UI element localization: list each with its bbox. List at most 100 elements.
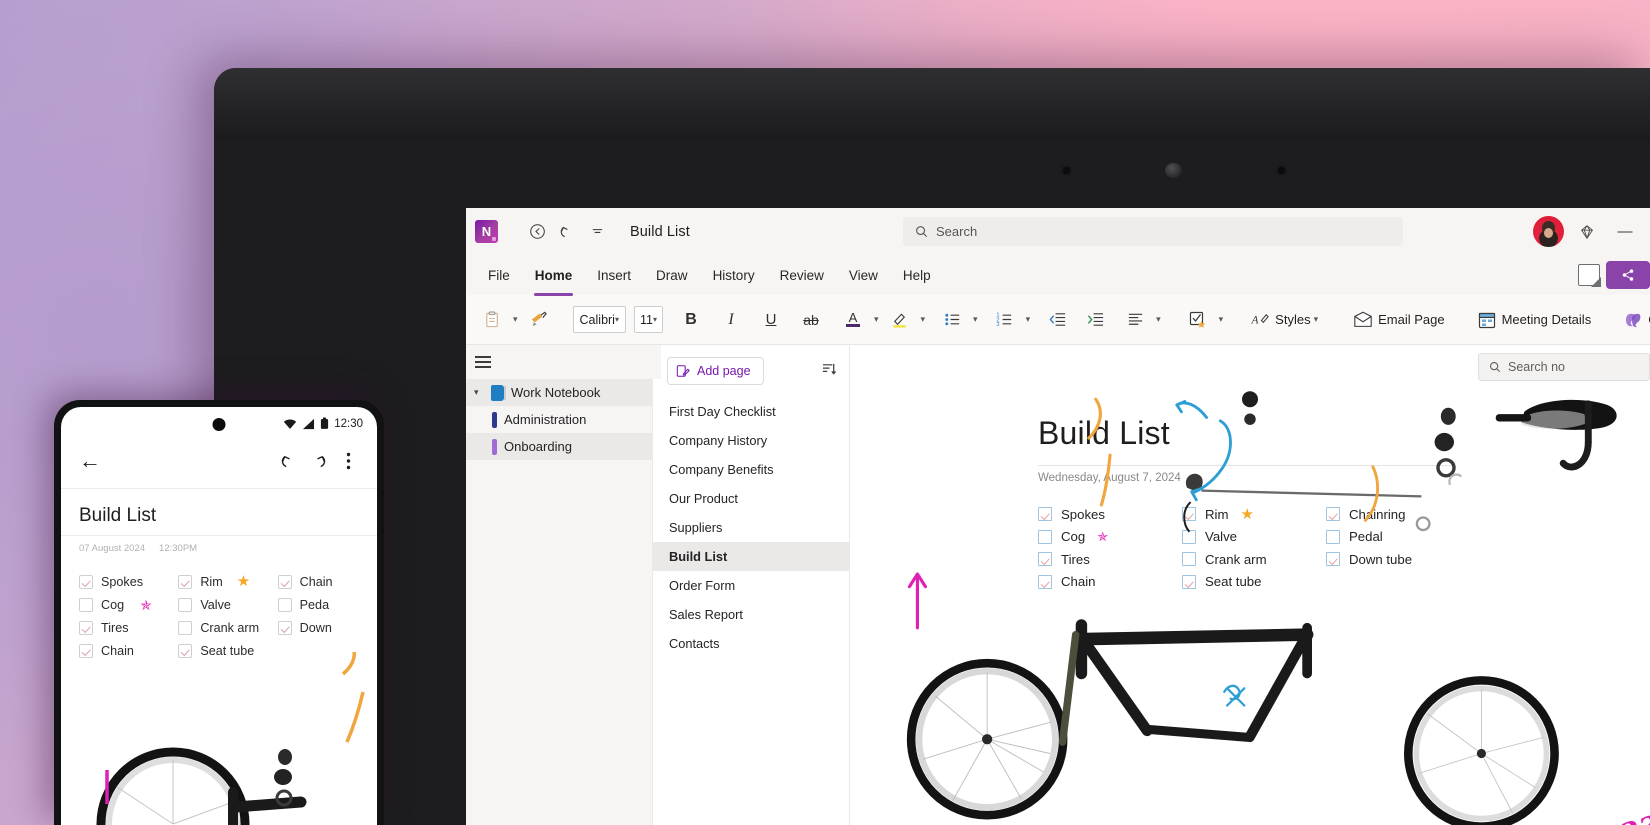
tab-help[interactable]: Help <box>891 262 943 289</box>
align-chevron-down-icon[interactable]: ▾ <box>1153 314 1164 325</box>
phone-checklist-item[interactable]: Cog ✯ <box>79 593 178 616</box>
checklist-item[interactable]: Spokes <box>1038 503 1182 526</box>
checkbox-valve[interactable] <box>1182 529 1196 544</box>
phone-checklist-item[interactable]: Crank arm <box>178 616 277 639</box>
hamburger-icon[interactable] <box>475 356 491 368</box>
phone-checklist-item[interactable]: Valve <box>178 593 277 616</box>
phone-checklist-item[interactable]: Rim ★ <box>178 570 277 593</box>
phone-checkbox-rim[interactable] <box>178 574 193 589</box>
page-item-company-history[interactable]: Company History <box>653 426 849 455</box>
tab-home[interactable]: Home <box>523 262 585 296</box>
bullet-list-icon[interactable] <box>936 305 968 335</box>
font-color-chevron-down-icon[interactable]: ▾ <box>871 314 882 325</box>
checklist-item[interactable]: Down tube <box>1326 548 1470 571</box>
phone-checklist-item[interactable]: Chain <box>277 570 377 593</box>
copilot-button[interactable]: Copilot <box>1616 304 1650 336</box>
paste-dropdown-chevron-down-icon[interactable]: ▾ <box>510 314 521 325</box>
page-item-suppliers[interactable]: Suppliers <box>653 513 849 542</box>
phone-checkbox-cog[interactable] <box>79 597 93 612</box>
checklist-item[interactable]: Rim ★ <box>1182 503 1326 526</box>
font-name-select[interactable]: Calibri ▾ <box>572 306 626 333</box>
checklist-item[interactable]: Tires <box>1038 548 1182 571</box>
notebook-search-input[interactable]: Search no <box>1478 353 1650 381</box>
font-size-select[interactable]: 11 ▾ <box>633 306 663 333</box>
checklist-item[interactable]: Valve <box>1182 526 1326 549</box>
phone-checkbox-pedal[interactable] <box>277 597 292 612</box>
redo-icon[interactable] <box>303 446 333 476</box>
checklist-item[interactable]: Pedal <box>1326 526 1470 549</box>
tab-history[interactable]: History <box>701 262 767 289</box>
sidebar-item-administration[interactable]: Administration <box>466 406 652 433</box>
search-input[interactable]: Search <box>903 217 1403 246</box>
undo-icon[interactable] <box>554 219 580 245</box>
page-item-order-form[interactable]: Order Form <box>653 571 849 600</box>
checklist-item[interactable]: Crank arm <box>1182 548 1326 571</box>
tab-review[interactable]: Review <box>768 262 836 289</box>
more-vertical-icon[interactable] <box>333 446 363 476</box>
sort-pages-icon[interactable] <box>822 362 837 381</box>
phone-checklist-item[interactable]: Peda <box>277 593 377 616</box>
phone-checkbox-valve[interactable] <box>178 597 193 612</box>
highlight-icon[interactable] <box>884 305 916 335</box>
styles-button[interactable]: A Styles ▾ <box>1244 304 1328 336</box>
page-title[interactable]: Build List <box>1038 415 1170 452</box>
styles-chevron-down-icon[interactable]: ▾ <box>1311 314 1322 325</box>
back-icon[interactable] <box>524 219 550 245</box>
checkbox-seat-tube[interactable] <box>1182 574 1196 589</box>
sidebar-item-onboarding[interactable]: Onboarding <box>466 433 652 460</box>
font-color-icon[interactable]: A <box>837 305 869 335</box>
share-button[interactable] <box>1606 261 1650 289</box>
tab-draw[interactable]: Draw <box>644 262 700 289</box>
checkbox-pedal[interactable] <box>1326 529 1340 544</box>
note-canvas[interactable]: Search no Build List Wednesday, August 7… <box>850 345 1650 825</box>
page-item-build-list[interactable]: Build List <box>653 542 849 571</box>
checkbox-down-tube[interactable] <box>1326 552 1340 567</box>
phone-checkbox-crank-arm[interactable] <box>178 620 193 635</box>
italic-button[interactable]: I <box>715 305 747 335</box>
paste-icon[interactable] <box>476 305 508 335</box>
sticky-notes-icon[interactable] <box>1578 264 1601 287</box>
strikethrough-button[interactable]: ab <box>795 305 827 335</box>
page-item-company-benefits[interactable]: Company Benefits <box>653 455 849 484</box>
checkbox-crank-arm[interactable] <box>1182 552 1196 567</box>
checklist-item[interactable]: Cog ✯ <box>1038 526 1182 549</box>
phone-checkbox-chainring[interactable] <box>277 574 292 589</box>
checklist-item[interactable]: Chain <box>1038 571 1182 594</box>
undo-icon[interactable] <box>273 446 303 476</box>
checkbox-rim[interactable] <box>1182 507 1196 522</box>
sidebar-item-work-notebook[interactable]: ▾ Work Notebook <box>466 379 652 406</box>
phone-checklist-item[interactable]: Tires <box>79 616 178 639</box>
phone-checklist-item[interactable]: Down <box>277 616 377 639</box>
checkbox-cog[interactable] <box>1038 529 1052 544</box>
tab-insert[interactable]: Insert <box>585 262 643 289</box>
phone-checkbox-tires[interactable] <box>79 620 93 635</box>
format-painter-icon[interactable] <box>523 305 555 335</box>
bullet-chevron-down-icon[interactable]: ▾ <box>970 314 981 325</box>
phone-checklist-item[interactable]: Spokes <box>79 570 178 593</box>
bold-button[interactable]: B <box>675 305 707 335</box>
tags-icon[interactable] <box>1182 305 1214 335</box>
back-arrow-icon[interactable]: ← <box>75 446 105 476</box>
increase-indent-icon[interactable] <box>1079 305 1111 335</box>
tags-chevron-down-icon[interactable]: ▾ <box>1216 314 1227 325</box>
minimize-button[interactable]: — <box>1610 223 1640 240</box>
underline-button[interactable]: U <box>755 305 787 335</box>
page-item-first-day-checklist[interactable]: First Day Checklist <box>653 397 849 426</box>
checkbox-chainring[interactable] <box>1326 507 1340 522</box>
add-page-button[interactable]: Add page <box>667 357 764 385</box>
highlight-chevron-down-icon[interactable]: ▾ <box>918 314 929 325</box>
checkbox-tires[interactable] <box>1038 552 1052 567</box>
phone-checkbox-down-tube[interactable] <box>277 620 292 635</box>
checklist-item[interactable]: Chainring <box>1326 503 1470 526</box>
page-item-contacts[interactable]: Contacts <box>653 629 849 658</box>
diamond-icon[interactable] <box>1578 223 1596 241</box>
meeting-details-button[interactable]: Meeting Details <box>1470 304 1599 336</box>
email-page-button[interactable]: Email Page <box>1346 304 1451 336</box>
avatar[interactable] <box>1533 216 1564 247</box>
customize-qat-icon[interactable] <box>584 219 610 245</box>
phone-checkbox-spokes[interactable] <box>79 574 93 589</box>
checkbox-chain[interactable] <box>1038 574 1052 589</box>
numbered-list-icon[interactable]: 123 <box>989 305 1021 335</box>
checklist-item[interactable]: Seat tube <box>1182 571 1326 594</box>
page-item-sales-report[interactable]: Sales Report <box>653 600 849 629</box>
